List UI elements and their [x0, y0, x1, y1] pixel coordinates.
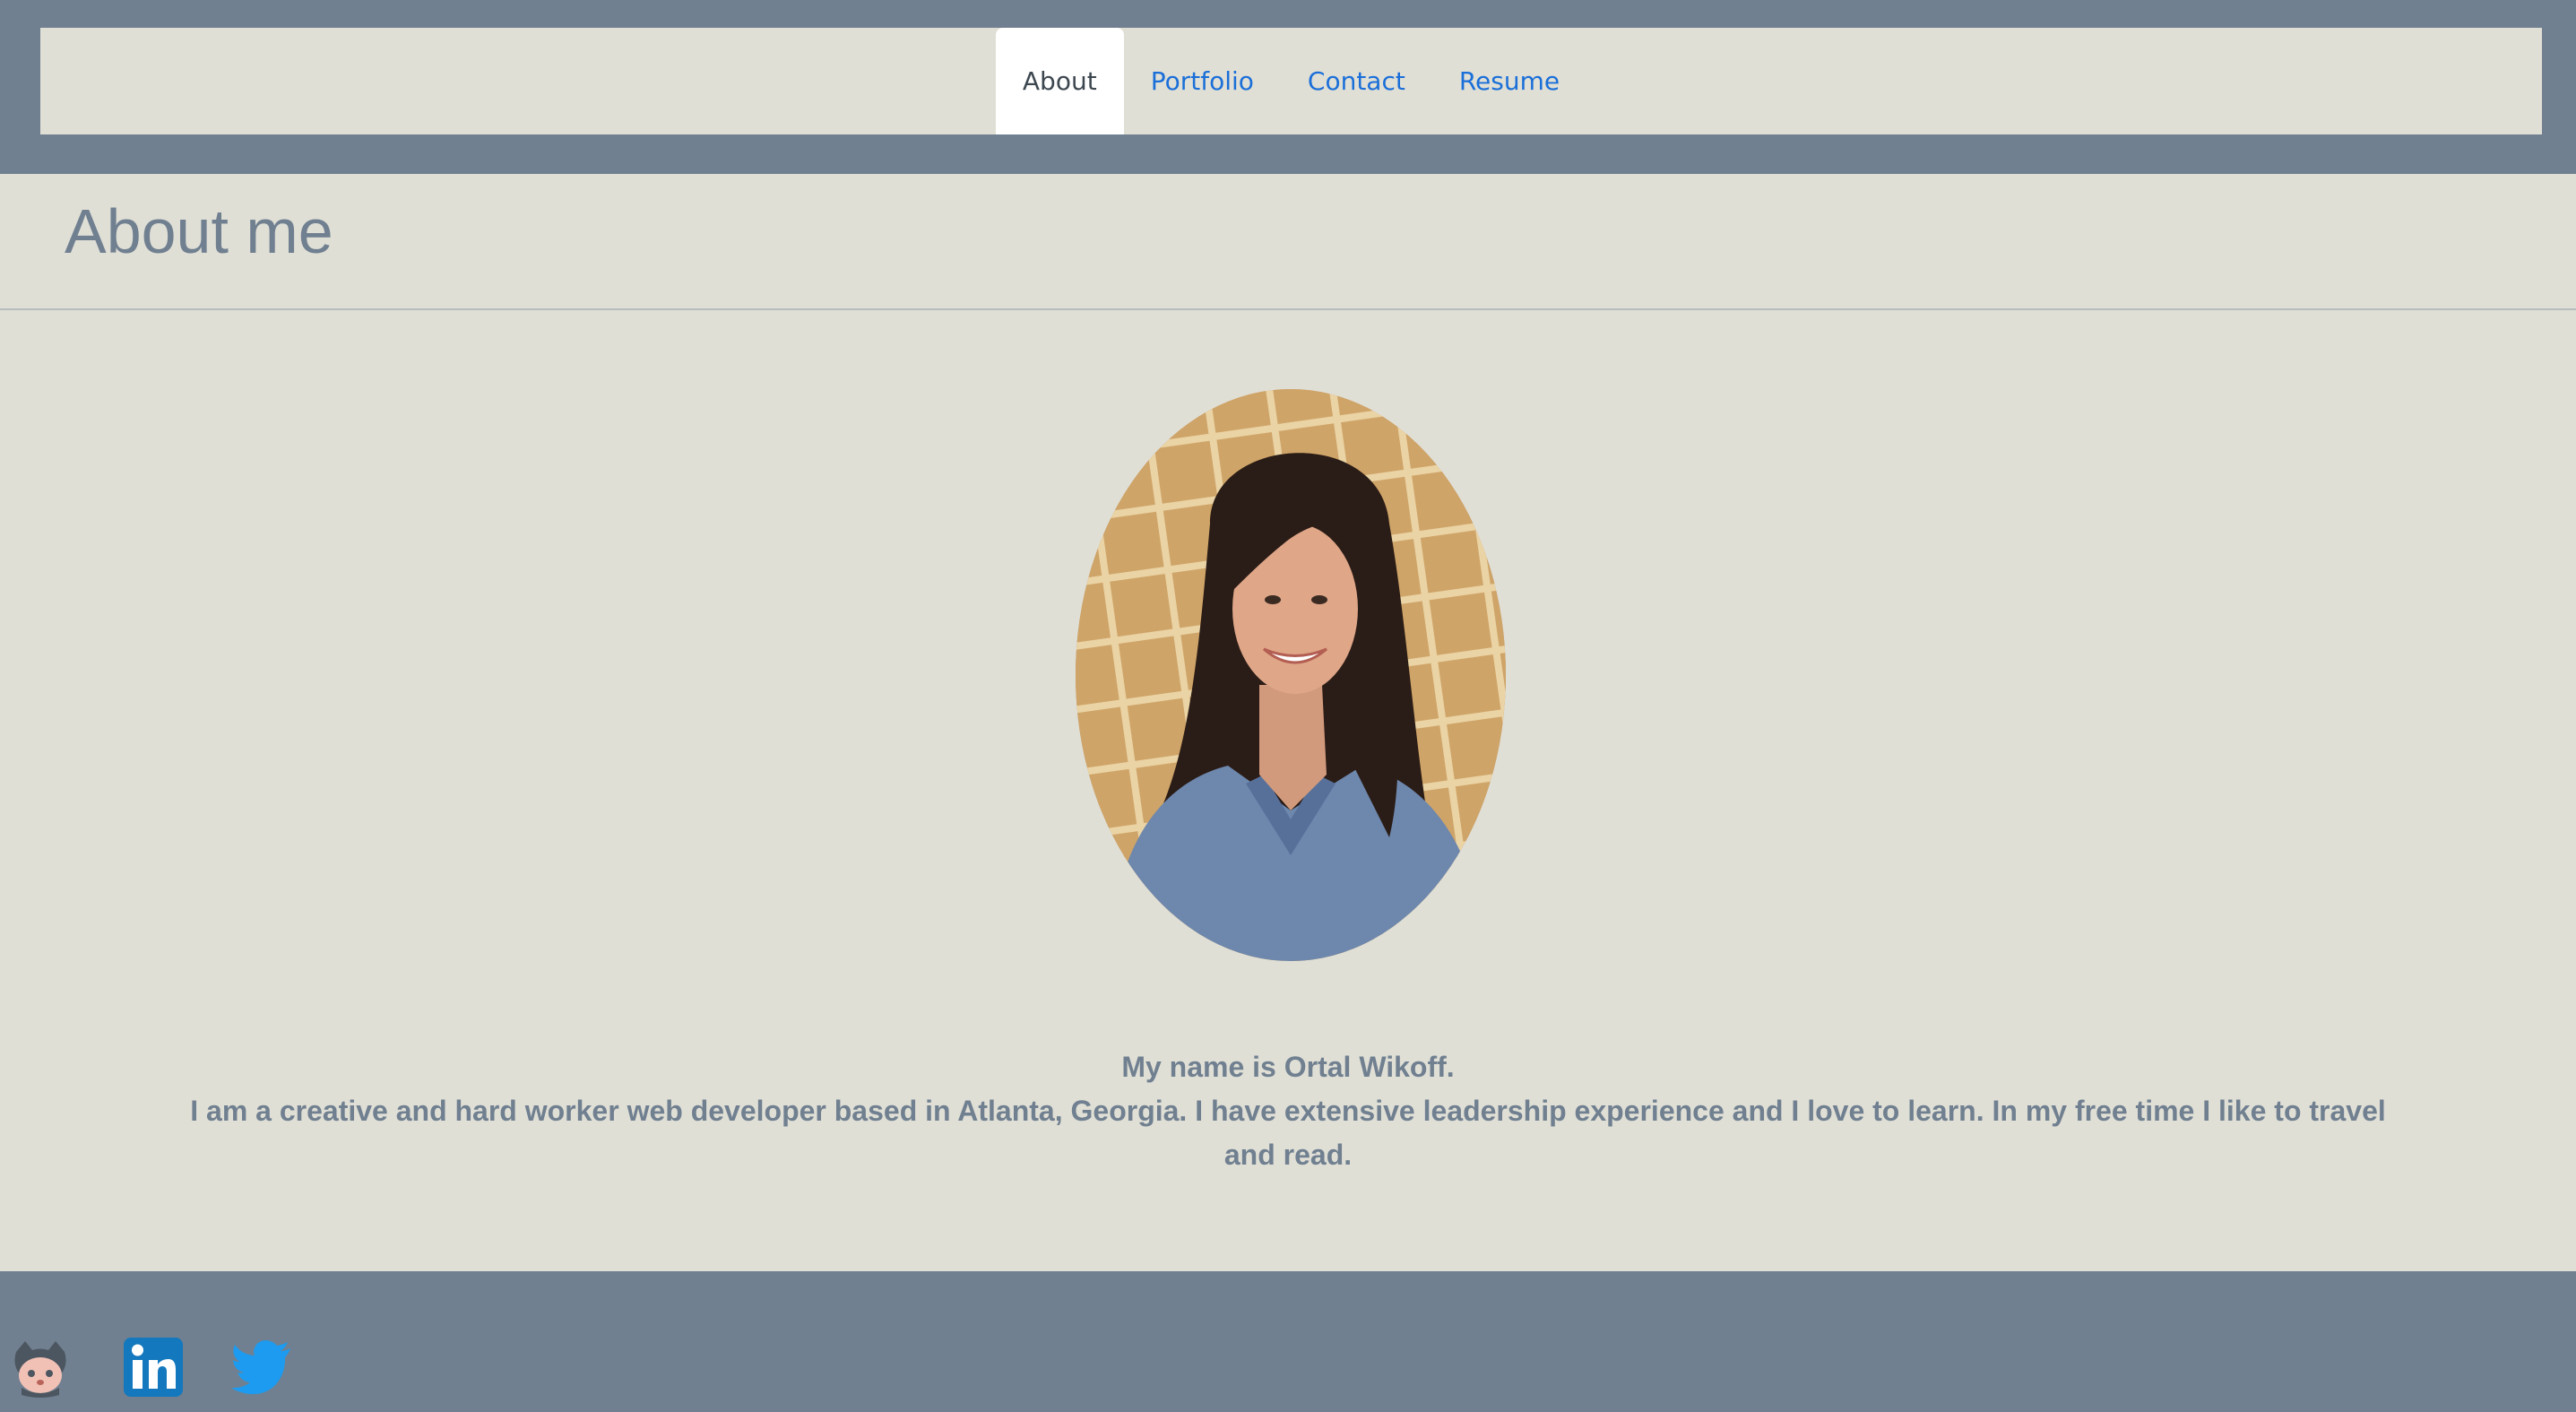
- profile-photo: [1076, 389, 1506, 961]
- linkedin-icon: [124, 1338, 183, 1397]
- navbar: About Portfolio Contact Resume: [40, 28, 2542, 134]
- title-bar: About me: [0, 174, 2576, 310]
- github-icon: [14, 1341, 66, 1398]
- bio: My name is Ortal Wikoff. I am a creative…: [179, 1045, 2397, 1177]
- twitter-icon: [231, 1340, 290, 1394]
- linkedin-link[interactable]: [122, 1336, 185, 1399]
- tab-portfolio[interactable]: Portfolio: [1124, 28, 1281, 134]
- tab-resume[interactable]: Resume: [1432, 28, 1586, 134]
- profile-photo-illustration: [1076, 389, 1506, 961]
- twitter-link[interactable]: [231, 1336, 294, 1399]
- site-header: About Portfolio Contact Resume: [0, 0, 2576, 174]
- bio-intro: My name is Ortal Wikoff.: [1121, 1051, 1455, 1083]
- github-link[interactable]: [9, 1336, 72, 1399]
- page-title: About me: [65, 196, 333, 266]
- site-footer: [0, 1271, 2576, 1412]
- tab-about[interactable]: About: [995, 28, 1124, 134]
- nav-tabs: About Portfolio Contact Resume: [995, 28, 1586, 134]
- tab-contact[interactable]: Contact: [1281, 28, 1432, 134]
- bio-body: I am a creative and hard worker web deve…: [190, 1095, 2386, 1171]
